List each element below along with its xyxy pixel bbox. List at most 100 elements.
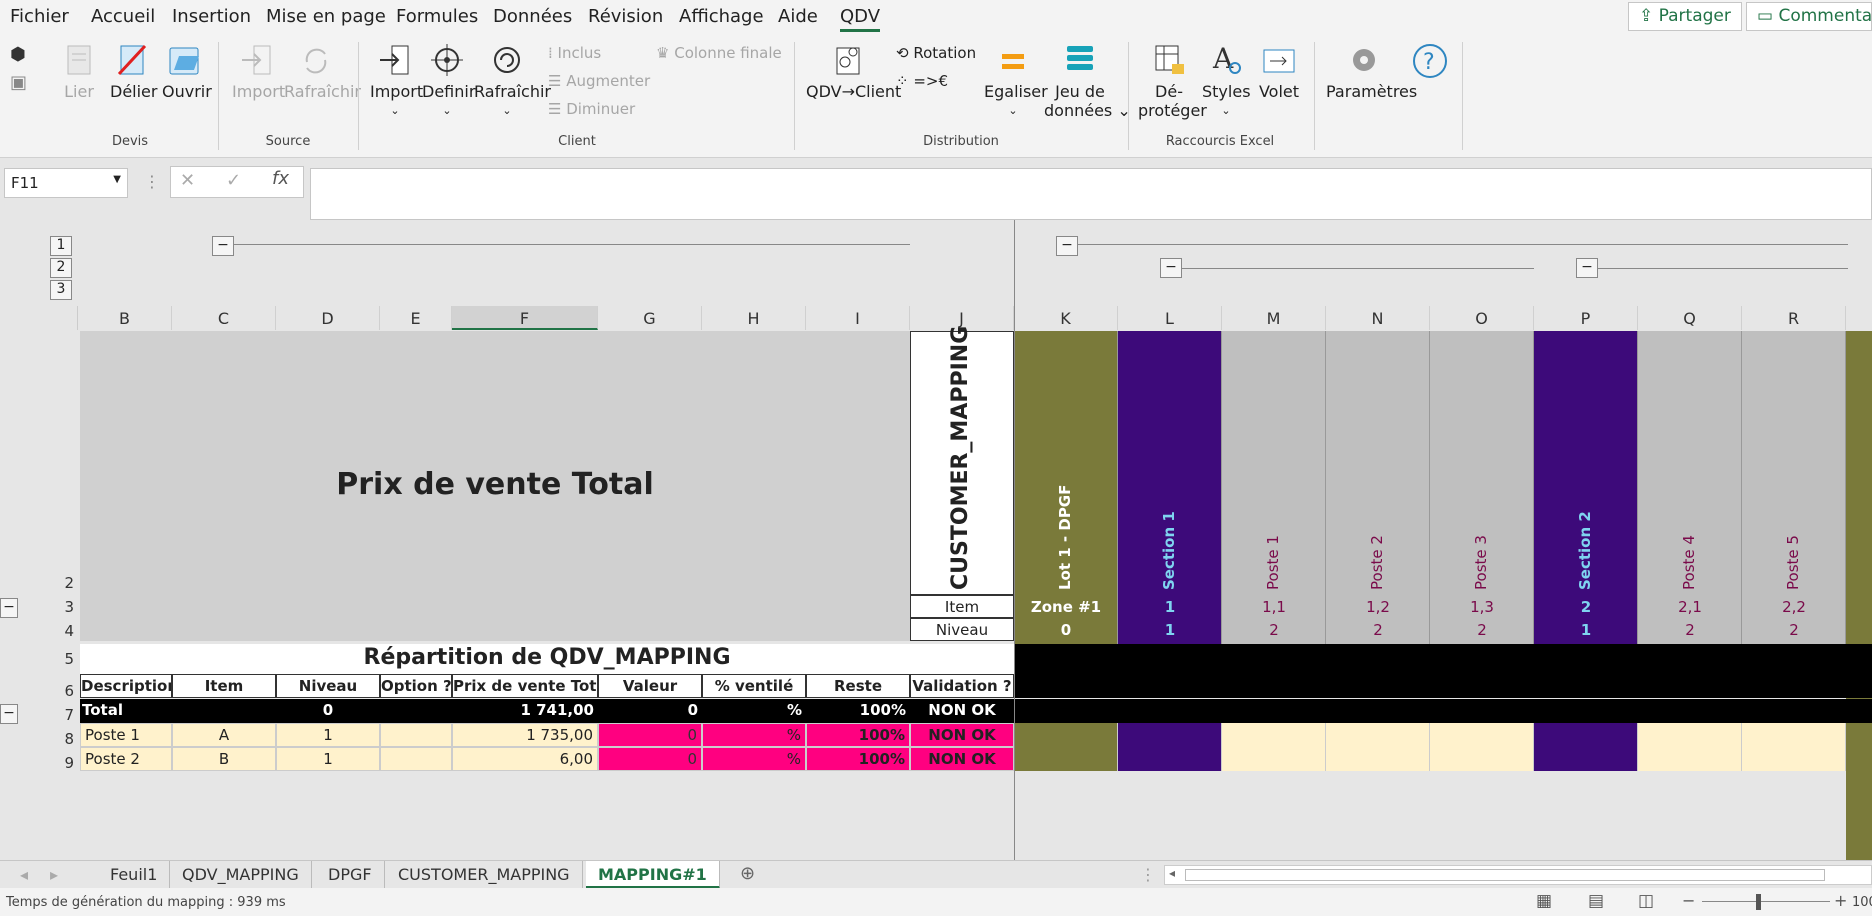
qdv-client-button[interactable]: QDV→Client <box>806 42 901 101</box>
mapping-col-item[interactable]: 2 <box>1534 598 1638 616</box>
mapping-col-title[interactable]: Poste 5 <box>1784 420 1802 590</box>
row-header[interactable]: 5 <box>46 650 78 668</box>
menu-fichier[interactable]: Fichier <box>10 6 69 27</box>
mapping-cell[interactable] <box>1430 723 1534 747</box>
cell-validation[interactable]: NON OK <box>910 747 1014 771</box>
function-icon[interactable]: fx <box>272 168 289 189</box>
mapping-col-niveau[interactable]: 0 <box>1014 621 1118 639</box>
col-header[interactable]: E <box>380 306 452 330</box>
horizontal-scrollbar[interactable]: ◂ <box>1164 865 1872 885</box>
tab-mapping-1[interactable]: MAPPING#1 <box>586 861 720 889</box>
menu-revision[interactable]: Révision <box>588 6 663 27</box>
cancel-icon[interactable]: ✕ <box>180 170 195 191</box>
delier-button[interactable]: Délier <box>110 42 157 101</box>
total-valeur[interactable]: 0 <box>598 701 698 719</box>
col-header[interactable]: P <box>1534 306 1638 330</box>
cell-option[interactable] <box>380 747 452 771</box>
mapping-col-niveau[interactable]: 2 <box>1742 621 1846 639</box>
mapping-cell[interactable] <box>1118 747 1222 771</box>
col-header[interactable]: Q <box>1638 306 1742 330</box>
cell-pct-ventile[interactable]: % <box>702 723 806 747</box>
cell-reste[interactable]: 100% <box>806 723 910 747</box>
total-reste[interactable]: 100% <box>806 701 906 719</box>
client-import-button[interactable]: Import ⌄ <box>370 42 423 120</box>
add-sheet-icon[interactable]: ⊕ <box>740 863 755 884</box>
cell-item[interactable]: A <box>172 723 276 747</box>
deproteger-button[interactable]: Dé-protéger <box>1138 42 1207 120</box>
mapping-col-niveau[interactable]: 1 <box>1534 621 1638 639</box>
mapping-col-title[interactable]: Section 1 <box>1160 420 1178 590</box>
total-prix[interactable]: 1 741,00 <box>452 701 594 719</box>
cell-prix[interactable]: 1 735,00 <box>452 723 598 747</box>
page-break-icon[interactable]: ◫ <box>1638 891 1654 911</box>
cell-option[interactable] <box>380 723 452 747</box>
diminuer-button[interactable]: ☰ Diminuer <box>548 100 635 118</box>
comments-button[interactable]: ▭ Commentaires <box>1746 2 1872 31</box>
mapping-col-title[interactable]: Poste 1 <box>1264 420 1282 590</box>
col-header[interactable]: F <box>452 306 598 330</box>
scroll-left-icon[interactable]: ◂ <box>1169 866 1175 880</box>
mapping-col-niveau[interactable]: 2 <box>1430 621 1534 639</box>
mapping-cell[interactable] <box>1742 747 1846 771</box>
mapping-col-niveau[interactable]: 1 <box>1118 621 1222 639</box>
row-header[interactable]: 9 <box>46 754 78 772</box>
mapping-col-title[interactable]: Poste 4 <box>1680 420 1698 590</box>
col-outline-level-2[interactable]: 2 <box>50 258 72 278</box>
select-all-corner[interactable] <box>0 306 78 330</box>
lier-button[interactable]: Lier <box>58 42 100 101</box>
row-header[interactable]: 4 <box>46 622 78 640</box>
cell-description[interactable]: Poste 1 <box>80 723 172 747</box>
col-header[interactable]: O <box>1430 306 1534 330</box>
page-layout-icon[interactable]: ▤ <box>1588 891 1604 911</box>
col-group-collapse-button[interactable]: − <box>1576 258 1598 278</box>
cell-description[interactable]: Poste 2 <box>80 747 172 771</box>
source-rafraichir-button[interactable]: Rafraîchir <box>284 42 361 101</box>
mapping-cell[interactable] <box>1430 747 1534 771</box>
inclus-button[interactable]: ⁞ Inclus <box>548 44 601 62</box>
mapping-cell[interactable] <box>1326 723 1430 747</box>
tab-customer-mapping[interactable]: CUSTOMER_MAPPING <box>386 861 583 889</box>
tab-feuil1[interactable]: Feuil1 <box>98 861 171 889</box>
volet-button[interactable]: Volet <box>1256 42 1302 101</box>
menu-mise-en-page[interactable]: Mise en page <box>266 6 386 27</box>
mapping-col-title[interactable]: Section 2 <box>1576 420 1594 590</box>
mapping-col-title[interactable]: Poste 3 <box>1472 420 1490 590</box>
jeu-de-donnees-button[interactable]: Jeu de données ⌄ <box>1044 42 1131 120</box>
cell-valeur[interactable]: 0 <box>598 723 702 747</box>
col-header[interactable]: C <box>172 306 276 330</box>
ouvrir-button[interactable]: Ouvrir <box>162 42 212 101</box>
row-group-collapse-button[interactable]: − <box>0 598 18 618</box>
colonne-finale-button[interactable]: ♛ Colonne finale <box>656 44 782 62</box>
mapping-cell[interactable] <box>1742 723 1846 747</box>
help-button[interactable]: ? <box>1410 42 1450 84</box>
share-button[interactable]: ⇪ Partager <box>1628 2 1742 31</box>
mapping-col-item[interactable]: 1,3 <box>1430 598 1534 616</box>
rotation-button[interactable]: ⟲ Rotation <box>896 44 976 62</box>
total-description[interactable]: Total <box>82 701 170 719</box>
col-group-collapse-button[interactable]: − <box>1160 258 1182 278</box>
total-niveau[interactable]: 0 <box>276 701 380 719</box>
mapping-col-item[interactable]: Zone #1 <box>1014 598 1118 616</box>
mapping-cell[interactable] <box>1534 723 1638 747</box>
formula-input[interactable] <box>310 168 1872 220</box>
row-header[interactable]: 6 <box>46 682 78 700</box>
mapping-col-niveau[interactable]: 2 <box>1222 621 1326 639</box>
cell-prix[interactable]: 6,00 <box>452 747 598 771</box>
menu-insertion[interactable]: Insertion <box>172 6 251 27</box>
cell-niveau[interactable]: 1 <box>276 723 380 747</box>
menu-affichage[interactable]: Affichage <box>679 6 764 27</box>
zoom-slider[interactable] <box>1702 901 1830 902</box>
col-header[interactable]: B <box>78 306 172 330</box>
source-import-button[interactable]: Import <box>232 42 285 101</box>
cell-item[interactable]: B <box>172 747 276 771</box>
col-header[interactable]: R <box>1742 306 1846 330</box>
cell-niveau[interactable]: 1 <box>276 747 380 771</box>
col-group-collapse-button[interactable]: − <box>1056 236 1078 256</box>
tab-scroll-left-icon[interactable]: ◂ <box>20 865 28 884</box>
col-header[interactable]: H <box>702 306 806 330</box>
cell-pct-ventile[interactable]: % <box>702 747 806 771</box>
row-header[interactable]: 7 <box>46 706 78 724</box>
col-outline-level-3[interactable]: 3 <box>50 280 72 300</box>
tab-qdv-mapping[interactable]: QDV_MAPPING <box>170 861 312 889</box>
egaliser-button[interactable]: Egaliser ⌄ <box>984 42 1048 120</box>
